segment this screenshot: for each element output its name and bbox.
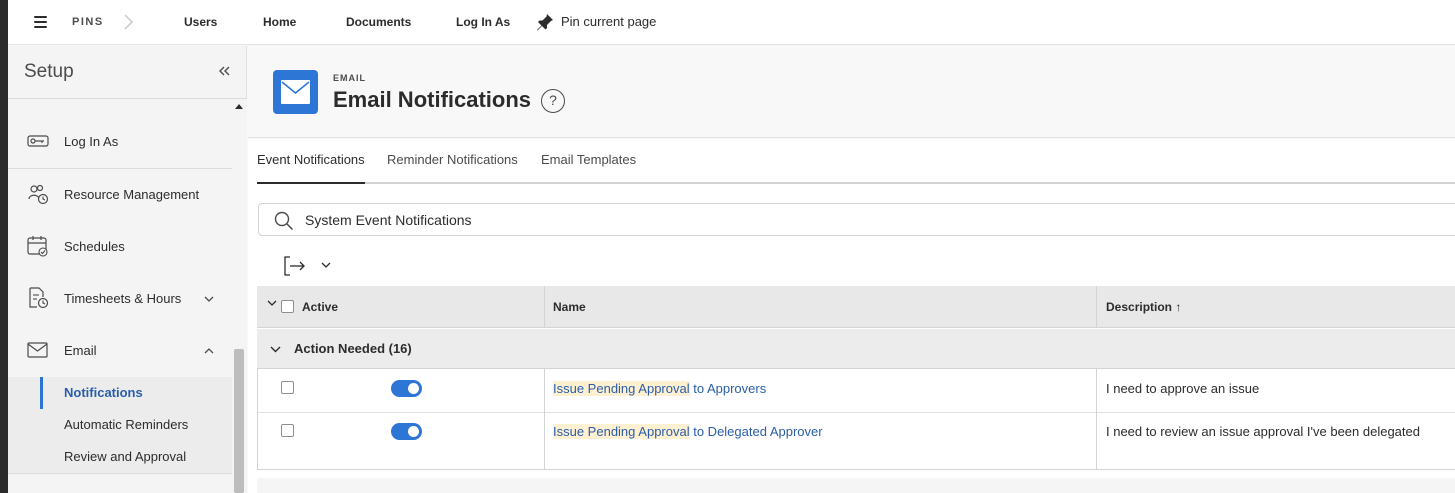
- notification-description: I need to review an issue approval I've …: [1106, 424, 1420, 439]
- page-eyebrow: EMAIL: [333, 73, 366, 83]
- sidebar-subitem-review-and-approval[interactable]: Review and Approval: [64, 441, 186, 473]
- sidebar-item-label: Schedules: [64, 239, 125, 254]
- partial-nav-icon: [30, 100, 46, 102]
- name-highlight: Issue Pending Approval: [553, 381, 690, 396]
- sidebar-item-schedules[interactable]: Schedules: [8, 221, 232, 273]
- tab-reminder-notifications[interactable]: Reminder Notifications: [387, 139, 518, 182]
- group-row-action-needed[interactable]: Action Needed (16): [257, 329, 1455, 369]
- notification-description: I need to approve an issue: [1106, 381, 1260, 396]
- sidebar-subitem-automatic-reminders[interactable]: Automatic Reminders: [64, 409, 188, 441]
- sidebar-header: Setup: [8, 46, 247, 99]
- top-bar: PINS Users Home Documents Log In As Pin …: [8, 0, 1455, 45]
- chevron-down-icon[interactable]: [203, 293, 215, 305]
- pin-current-page-button[interactable]: Pin current page: [536, 0, 656, 45]
- pins-label: PINS: [72, 16, 104, 28]
- table-row: Issue Pending Approval to Approvers I ne…: [257, 370, 1455, 413]
- table-bottom-border: [257, 469, 1455, 470]
- table-footer: [257, 478, 1455, 493]
- row-checkbox[interactable]: [281, 424, 294, 437]
- pin-users[interactable]: Users: [184, 0, 217, 45]
- pin-home[interactable]: Home: [263, 0, 296, 45]
- scroll-up-arrow-icon[interactable]: [235, 104, 243, 109]
- table-left-border: [257, 369, 258, 470]
- sidebar-item-label: Resource Management: [64, 187, 200, 202]
- name-rest: to Approvers: [689, 381, 767, 396]
- pin-log-in-as[interactable]: Log In As: [456, 0, 510, 45]
- active-indicator: [40, 377, 43, 409]
- column-divider: [544, 286, 545, 328]
- tab-email-templates[interactable]: Email Templates: [541, 139, 636, 182]
- sidebar-item-label: Timesheets & Hours: [64, 291, 182, 306]
- key-icon: [27, 135, 49, 147]
- column-divider: [1096, 369, 1097, 470]
- hamburger-menu-icon[interactable]: [34, 16, 47, 28]
- search-input[interactable]: [305, 210, 905, 230]
- app-frame: PINS Users Home Documents Log In As Pin …: [8, 0, 1455, 493]
- tab-event-notifications[interactable]: Event Notifications: [257, 139, 365, 184]
- notification-name-link[interactable]: Issue Pending Approval to Delegated Appr…: [553, 413, 823, 450]
- chevron-up-icon[interactable]: [203, 345, 215, 357]
- column-header-name[interactable]: Name: [553, 286, 586, 328]
- double-chevron-left-icon[interactable]: [217, 64, 231, 78]
- envelope-icon: [27, 342, 48, 358]
- column-divider: [1096, 286, 1097, 328]
- active-toggle[interactable]: [391, 423, 422, 440]
- export-icon[interactable]: [282, 254, 306, 278]
- tab-bar: Event Notifications Reminder Notificatio…: [257, 139, 1455, 184]
- sidebar-item-email[interactable]: Email: [8, 325, 232, 377]
- sidebar-item-log-in-as[interactable]: Log In As: [8, 116, 232, 168]
- table-row: Issue Pending Approval to Delegated Appr…: [257, 413, 1455, 469]
- name-highlight: Issue Pending Approval: [553, 424, 690, 439]
- pin-current-page-label: Pin current page: [561, 14, 657, 29]
- main-area: EMAIL Email Notifications ? Event Notifi…: [248, 46, 1455, 493]
- active-toggle[interactable]: [391, 380, 422, 397]
- people-clock-icon: [28, 184, 49, 205]
- timesheet-icon: [29, 287, 49, 309]
- search-field[interactable]: [258, 203, 1455, 236]
- notification-name-link[interactable]: Issue Pending Approval to Approvers: [553, 370, 766, 407]
- table-header: Active Name Description ↑: [257, 286, 1455, 328]
- sidebar-nav: Log In As Resource Management Schedules …: [8, 100, 232, 493]
- chevron-down-icon[interactable]: [320, 259, 332, 271]
- help-icon[interactable]: ?: [541, 89, 565, 113]
- calendar-icon: [27, 236, 48, 257]
- group-label: Action Needed (16): [294, 341, 412, 356]
- column-header-description[interactable]: Description ↑: [1106, 286, 1181, 328]
- chevron-down-icon[interactable]: [267, 298, 277, 308]
- email-app-icon: [273, 70, 318, 114]
- chevron-down-icon[interactable]: [270, 344, 281, 355]
- page-header: EMAIL Email Notifications ?: [248, 46, 1455, 138]
- page-title: Email Notifications: [333, 87, 532, 112]
- name-rest: to Delegated Approver: [689, 424, 823, 439]
- sidebar-item-resource-management[interactable]: Resource Management: [8, 169, 232, 221]
- sidebar-item-label: Email: [64, 343, 97, 358]
- pin-documents[interactable]: Documents: [346, 0, 411, 45]
- sidebar-item-label: Log In As: [64, 134, 119, 149]
- content-panel: Event Notifications Reminder Notificatio…: [248, 139, 1455, 493]
- pushpin-icon: [537, 14, 553, 31]
- chevron-right-icon: [124, 14, 134, 30]
- scrollbar-thumb[interactable]: [234, 349, 244, 493]
- column-header-active[interactable]: Active: [302, 286, 338, 328]
- sidebar-item-timesheets-hours[interactable]: Timesheets & Hours: [8, 273, 232, 325]
- setup-sidebar: Setup Log In As Resource Management Sche…: [8, 46, 247, 493]
- sidebar-subitem-notifications[interactable]: Notifications: [64, 377, 143, 409]
- column-divider: [544, 369, 545, 470]
- envelope-icon: [281, 80, 310, 104]
- sidebar-title: Setup: [24, 61, 74, 82]
- row-checkbox[interactable]: [281, 381, 294, 394]
- search-icon: [274, 211, 294, 231]
- divider: [8, 473, 232, 474]
- select-all-checkbox[interactable]: [281, 300, 294, 313]
- notifications-table: Active Name Description ↑ Action Needed …: [257, 286, 1455, 470]
